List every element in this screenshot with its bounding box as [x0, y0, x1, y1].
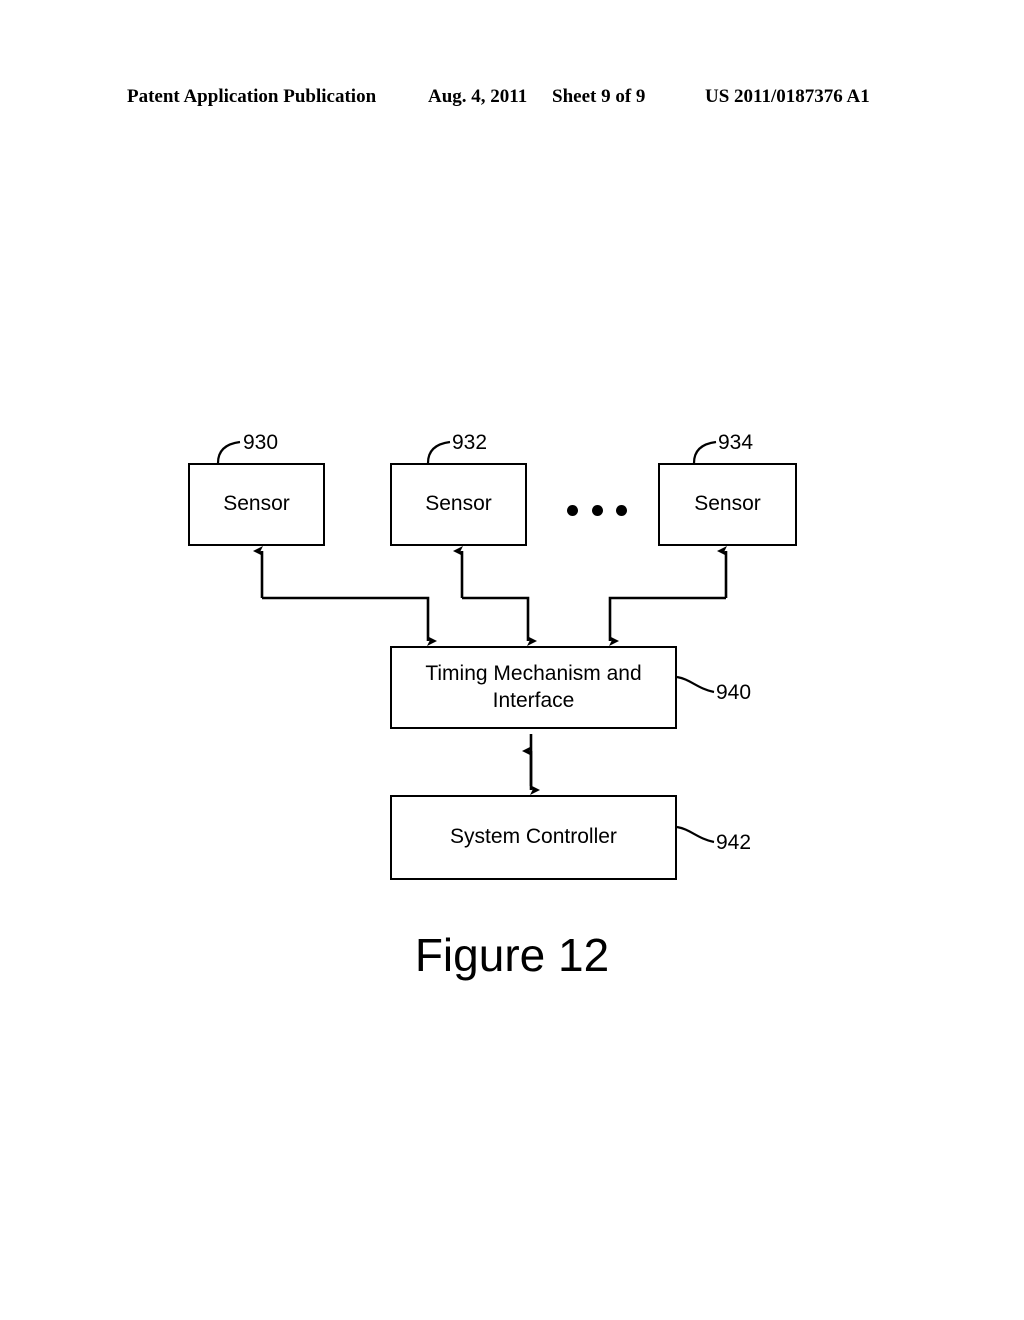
reference-numeral-940: 940 — [716, 681, 752, 704]
node-sensor-3-label: Sensor — [694, 492, 761, 516]
leader-line-930 — [216, 440, 241, 464]
reference-numeral-934: 934 — [718, 431, 754, 454]
leader-line-932 — [426, 440, 451, 464]
node-system-controller-label: System Controller — [450, 825, 617, 849]
node-timing-mechanism[interactable]: Timing Mechanism and Interface — [390, 646, 677, 729]
leader-line-940 — [676, 675, 715, 694]
node-timing-mechanism-label: Timing Mechanism and Interface — [425, 661, 642, 712]
connector-sensor-1-to-timing — [262, 596, 437, 646]
leader-line-934 — [692, 440, 717, 464]
ellipsis-dot — [591, 504, 603, 516]
node-sensor-3[interactable]: Sensor — [658, 463, 797, 546]
connector-sensor-3-to-timing — [608, 596, 726, 646]
ellipsis-indicator — [567, 500, 627, 520]
node-sensor-2[interactable]: Sensor — [390, 463, 527, 546]
reference-numeral-930: 930 — [243, 431, 279, 454]
ellipsis-dot — [616, 504, 627, 516]
ellipsis-dot — [567, 504, 578, 516]
leader-line-942 — [676, 825, 715, 844]
node-system-controller[interactable]: System Controller — [390, 795, 677, 880]
figure-caption: Figure 12 — [414, 929, 610, 981]
figure-12-diagram: Sensor Sensor Sensor Timing Mechanism an… — [0, 0, 1024, 1320]
reference-numeral-942: 942 — [716, 831, 752, 854]
node-sensor-2-label: Sensor — [425, 492, 492, 516]
connector-sensor-2-to-timing — [462, 596, 537, 646]
node-sensor-1-label: Sensor — [223, 492, 290, 516]
reference-numeral-932: 932 — [452, 431, 488, 454]
node-sensor-1[interactable]: Sensor — [188, 463, 325, 546]
